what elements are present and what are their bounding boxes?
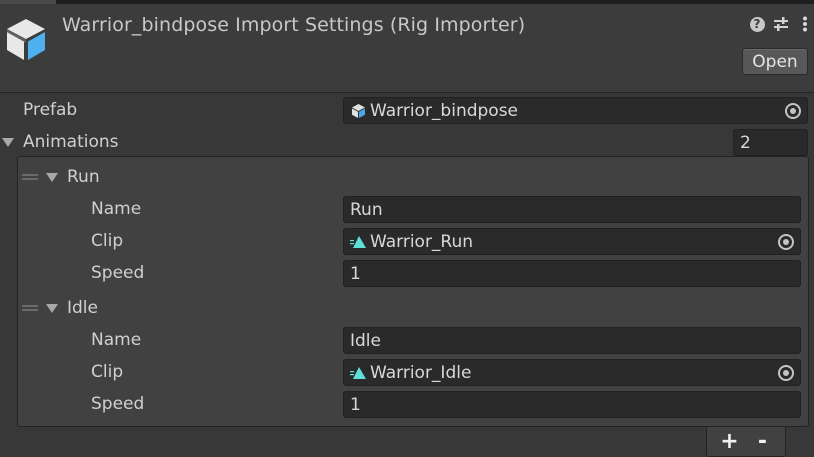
open-button[interactable]: Open [742, 48, 808, 75]
name-label: Name [91, 330, 142, 350]
clip-value: Warrior_Run [370, 231, 474, 252]
clip-label: Clip [91, 362, 124, 382]
header-title: Warrior_bindpose Import Settings (Rig Im… [62, 14, 526, 36]
animations-label: Animations [23, 132, 119, 152]
prefab-object-field[interactable]: Warrior_bindpose [343, 97, 808, 124]
element-title[interactable]: Idle [67, 298, 98, 318]
preset-button[interactable] [771, 14, 791, 34]
preset-sliders-icon [774, 17, 788, 31]
element-foldout-arrow-icon[interactable] [46, 304, 58, 313]
name-value: Idle [350, 330, 381, 351]
name-value: Run [350, 199, 383, 220]
prefab-value: Warrior_bindpose [370, 100, 519, 121]
name-field[interactable]: Idle [343, 327, 801, 354]
context-menu-button[interactable] [798, 14, 812, 34]
add-element-button[interactable]: + [717, 430, 743, 453]
element-foldout-arrow-icon[interactable] [46, 173, 58, 182]
object-picker-icon[interactable] [778, 234, 794, 250]
speed-value: 1 [350, 263, 361, 284]
animation-clip-icon [350, 366, 366, 379]
speed-field[interactable]: 1 [343, 260, 801, 287]
animations-foldout-arrow-icon[interactable] [2, 138, 14, 147]
prefab-cube-icon [7, 19, 45, 60]
help-icon: ? [749, 16, 765, 32]
drag-handle-icon[interactable] [22, 305, 38, 311]
animation-clip-icon [350, 235, 366, 248]
clip-label: Clip [91, 231, 124, 251]
clip-object-field[interactable]: Warrior_Idle [343, 359, 801, 386]
speed-value: 1 [350, 394, 361, 415]
inspector-header: Warrior_bindpose Import Settings (Rig Im… [0, 4, 814, 93]
object-picker-icon[interactable] [785, 103, 801, 119]
kebab-menu-icon [803, 16, 807, 32]
prefab-label: Prefab [23, 100, 78, 120]
name-label: Name [91, 199, 142, 219]
speed-label: Speed [91, 263, 145, 283]
list-add-remove-buttons: + - [706, 427, 786, 457]
speed-field[interactable]: 1 [343, 391, 801, 418]
object-picker-icon[interactable] [778, 365, 794, 381]
animations-size-field[interactable]: 2 [733, 129, 808, 156]
help-button[interactable]: ? [748, 14, 766, 34]
drag-handle-icon[interactable] [22, 174, 38, 180]
element-title[interactable]: Run [67, 167, 100, 187]
animations-size-value: 2 [740, 132, 751, 153]
speed-label: Speed [91, 394, 145, 414]
remove-element-button[interactable]: - [750, 430, 776, 453]
name-field[interactable]: Run [343, 196, 801, 223]
clip-value: Warrior_Idle [370, 362, 472, 383]
prefab-icon [352, 103, 365, 118]
clip-object-field[interactable]: Warrior_Run [343, 228, 801, 255]
